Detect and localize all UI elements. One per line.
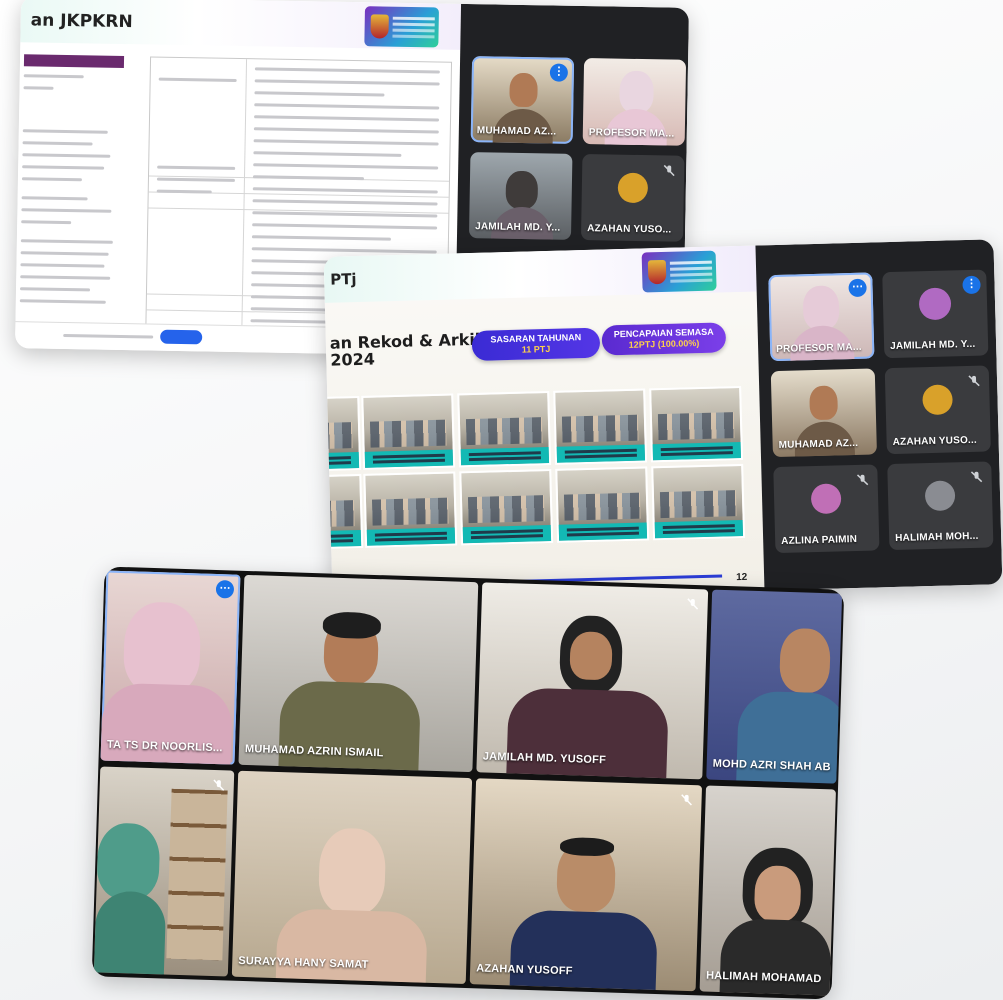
slide-photo [323, 473, 364, 551]
target-badge: SASARAN TAHUNAN 11 PTJ [471, 327, 601, 361]
participant-tile[interactable]: HALIMAH MOH... [887, 461, 994, 551]
participant-tile[interactable]: MUHAMAD AZRIN ISMAIL [238, 574, 479, 773]
mic-off-icon [687, 598, 699, 610]
slide-photo [649, 385, 744, 463]
page-number: 12 [735, 571, 748, 584]
participant-tile[interactable]: JAMILAH MD. Y... [468, 152, 573, 240]
participant-tile[interactable]: ⋯ TA TS DR NOORLIS... [100, 570, 241, 765]
participant-name: MUHAMAD AZ... [778, 437, 859, 451]
participant-grid: ⋯ PROFESOR MA... ⋮ JAMILAH MD. Y... MUHA… [755, 239, 1003, 591]
participant-name: AZAHAN YUSO... [587, 223, 672, 236]
slide-header: PTj [323, 245, 757, 303]
more-options-icon[interactable]: ⋯ [848, 278, 867, 298]
achievement-value: 12PTJ (100.00%) [628, 338, 700, 350]
participant-tile[interactable]: AZAHAN YUSO... [884, 365, 991, 455]
participant-tile[interactable]: JAMILAH MD. YUSOFF [476, 582, 709, 780]
slide-heading: an Rekod & Arkib 2024 [329, 329, 487, 370]
slide-photo [555, 466, 650, 543]
participant-tile[interactable]: AZAHAN YUSO... [580, 154, 685, 242]
mic-off-icon [213, 779, 225, 791]
target-value: 11 PTJ [521, 343, 551, 355]
mic-off-icon [663, 164, 675, 177]
mic-off-icon [968, 375, 980, 387]
participant-name: MOHD AZRI SHAH AB [712, 757, 831, 774]
slide-title: PTj [329, 269, 357, 289]
participant-name: AZLINA PAIMIN [781, 533, 858, 547]
slide-photo [323, 395, 362, 473]
participant-tile[interactable]: PROFESOR MA... [582, 58, 687, 146]
participant-tile[interactable]: ⋮ MUHAMAD AZ... [470, 56, 575, 144]
shared-slide: PTj an Rekod & Arkib 2024 SASARAN TAHUNA… [323, 245, 765, 602]
mic-off-icon [681, 794, 692, 806]
slide-photo [651, 463, 746, 541]
participant-tile[interactable]: ⋮ JAMILAH MD. Y... [882, 269, 989, 359]
participant-tile[interactable]: ⋯ PROFESOR MA... [768, 272, 875, 362]
participant-tile[interactable]: AZAHAN YUSOFF [469, 778, 703, 992]
slide-photo [361, 393, 456, 470]
meeting-screenshot-3: ⋯ TA TS DR NOORLIS... MUHAMAD AZRIN ISMA… [91, 566, 845, 1000]
slide-photo [363, 471, 458, 548]
target-label: SASARAN TAHUNAN [490, 332, 582, 345]
participant-name: AZAHAN YUSOFF [475, 962, 573, 978]
slide-photo [553, 388, 648, 465]
university-logo [641, 250, 717, 293]
slide-heading-line: an Rekod & Arkib [329, 329, 487, 353]
slide-photo [457, 390, 552, 468]
achievement-badge: PENCAPAIAN SEMASA 12PTJ (100.00%) [601, 322, 727, 356]
participant-tile[interactable]: AZLINA PAIMIN [773, 464, 880, 554]
participant-name: HALIMAH MOH... [895, 530, 979, 544]
participant-tile[interactable]: SURAYYA HANY SAMAT [231, 770, 473, 985]
mic-off-icon [970, 471, 983, 483]
stop-sharing-button[interactable] [160, 329, 203, 345]
participant-name: MUHAMAD AZ... [476, 125, 557, 138]
slide-photo [459, 468, 554, 546]
participant-tile[interactable]: MUHAMAD AZ... [770, 368, 877, 458]
mic-off-icon [856, 474, 869, 486]
participant-name: JAMILAH MD. YUSOFF [482, 750, 607, 767]
participant-name: PROFESOR MA... [776, 341, 862, 356]
participant-name: PROFESOR MA... [588, 127, 675, 140]
participant-name: JAMILAH MD. Y... [475, 221, 561, 234]
meeting-screenshot-2: PTj an Rekod & Arkib 2024 SASARAN TAHUNA… [323, 239, 1003, 602]
document-left-column [19, 54, 125, 331]
participant-name: AZAHAN YUSO... [892, 434, 978, 448]
university-logo [364, 6, 439, 48]
slide-title: an JKPKRN [30, 10, 133, 33]
participant-tile[interactable]: MOHD AZRI SHAH AB [706, 589, 843, 784]
participant-tile[interactable] [93, 766, 235, 977]
slide-heading-line: 2024 [330, 349, 376, 370]
speaking-indicator-icon: ⋮ [549, 63, 569, 82]
participant-tile[interactable]: HALIMAH MOHAMAD [699, 785, 836, 996]
speaking-indicator-icon: ⋮ [962, 275, 981, 295]
participant-name: JAMILAH MD. Y... [889, 338, 976, 353]
slide-header: an JKPKRN [20, 0, 462, 50]
more-options-icon[interactable]: ⋯ [215, 579, 235, 599]
